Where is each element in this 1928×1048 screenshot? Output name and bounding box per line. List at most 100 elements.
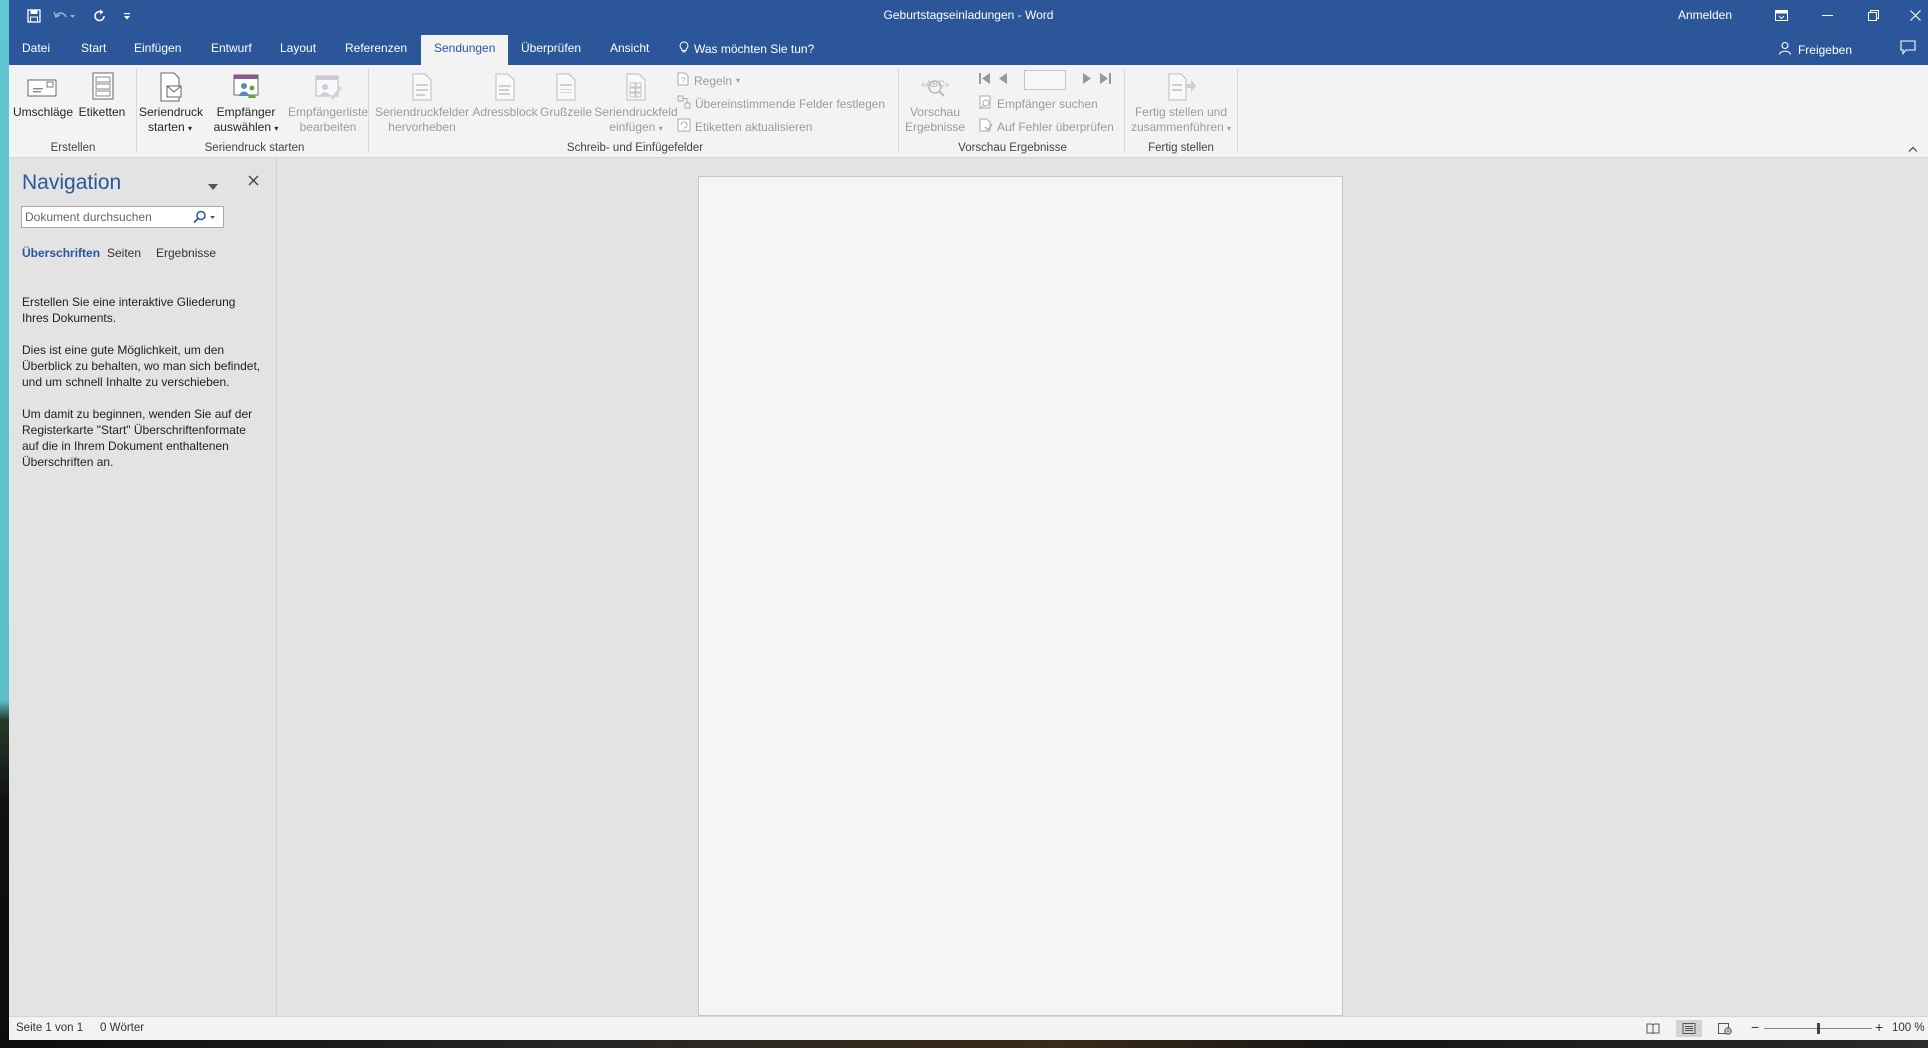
desktop-background-strip: [0, 0, 9, 1048]
match-fields-button[interactable]: Übereinstimmende Felder festlegen: [677, 95, 885, 112]
highlight-fields-icon: [371, 69, 473, 105]
nav-tab-results[interactable]: Ergebnisse: [156, 246, 216, 260]
group-label-start-merge: Seriendruck starten: [204, 142, 305, 154]
record-number-input[interactable]: [1024, 70, 1066, 90]
sign-in-link[interactable]: Anmelden: [1678, 8, 1732, 22]
page-count[interactable]: Seite 1 von 1: [16, 1022, 83, 1034]
read-mode-icon[interactable]: [1640, 1020, 1666, 1037]
envelopes-button[interactable]: Umschläge: [13, 69, 74, 120]
zoom-out-icon[interactable]: −: [1751, 1019, 1759, 1035]
labels-button[interactable]: Etiketten: [75, 69, 129, 120]
document-title: Geburtstagseinladungen - Word: [883, 8, 1054, 22]
insert-merge-field-button[interactable]: Seriendruckfeld einfügen ▾: [593, 69, 679, 136]
first-record-icon[interactable]: [979, 73, 991, 87]
person-icon: [1778, 41, 1792, 58]
tab-entwurf[interactable]: Entwurf: [211, 41, 252, 55]
finish-merge-icon: [1126, 69, 1236, 105]
tab-ansicht[interactable]: Ansicht: [610, 41, 649, 55]
finish-merge-label-1: Fertig stellen und: [1134, 105, 1228, 119]
chevron-down-icon: ▾: [188, 124, 193, 133]
rules-button[interactable]: ? Regeln ▾: [677, 72, 740, 89]
tab-einfuegen[interactable]: Einfügen: [134, 41, 181, 55]
select-recipients-button[interactable]: Empfänger auswählen ▾: [206, 69, 286, 136]
nav-help-paragraph: Um damit zu beginnen, wenden Sie auf der…: [22, 407, 253, 469]
tab-start[interactable]: Start: [81, 41, 106, 55]
tab-layout[interactable]: Layout: [280, 41, 316, 55]
ribbon-display-options-icon[interactable]: [1758, 0, 1804, 31]
nav-help-paragraph: Erstellen Sie eine interaktive Gliederun…: [22, 295, 236, 325]
chevron-down-icon: ▾: [1227, 124, 1232, 133]
close-icon[interactable]: [1892, 0, 1928, 31]
start-mail-merge-button[interactable]: Seriendruck starten ▾: [139, 69, 204, 136]
group-separator: [898, 69, 899, 153]
svg-text:?: ?: [681, 76, 686, 85]
group-separator: [1237, 69, 1238, 153]
zoom-slider-thumb[interactable]: [1817, 1023, 1820, 1034]
zoom-level[interactable]: 100 %: [1892, 1022, 1925, 1034]
search-document-field: [21, 206, 224, 228]
share-label: Freigeben: [1797, 42, 1852, 57]
highlight-merge-fields-label-2: hervorheben: [388, 120, 456, 134]
edit-recipient-list-button[interactable]: Empfängerliste bearbeiten: [282, 69, 374, 135]
ribbon: Umschläge Etiketten Erstellen Seriendruc…: [9, 65, 1928, 158]
mail-merge-document-icon: [139, 69, 201, 105]
close-pane-icon[interactable]: [248, 173, 259, 191]
lightbulb-icon: [679, 41, 689, 57]
check-errors-icon: [979, 118, 993, 135]
nav-tab-headings[interactable]: Überschriften: [22, 246, 100, 260]
tab-referenzen[interactable]: Referenzen: [345, 41, 407, 55]
collapse-ribbon-icon[interactable]: [1908, 141, 1918, 155]
minimize-icon[interactable]: [1804, 0, 1850, 31]
search-input[interactable]: [22, 207, 182, 227]
envelope-icon: [13, 69, 71, 105]
highlight-merge-fields-button[interactable]: Seriendruckfelder hervorheben: [371, 69, 473, 135]
comments-icon[interactable]: [1900, 40, 1916, 58]
greeting-line-label: Grußzeile: [539, 105, 592, 119]
print-layout-icon[interactable]: [1676, 1020, 1702, 1037]
pane-options-chevron-icon[interactable]: [208, 179, 218, 193]
address-block-icon: [471, 69, 539, 105]
envelopes-label: Umschläge: [13, 105, 74, 119]
finish-merge-button[interactable]: Fertig stellen und zusammenführen ▾: [1126, 69, 1236, 136]
web-layout-icon[interactable]: [1712, 1020, 1738, 1037]
navigation-pane: Navigation Überschriften Seiten Ergebnis…: [9, 158, 277, 1016]
labels-icon: [75, 69, 129, 105]
insert-merge-field-label-2: einfügen: [609, 120, 656, 134]
word-count[interactable]: 0 Wörter: [100, 1022, 144, 1034]
select-recipients-label-1: Empfänger: [216, 105, 276, 119]
check-errors-button[interactable]: Auf Fehler überprüfen: [979, 118, 1114, 135]
tab-sendungen[interactable]: Sendungen: [421, 35, 509, 65]
edit-recipient-list-label-2: bearbeiten: [299, 120, 357, 134]
greeting-line-icon: [538, 69, 594, 105]
tell-me-box[interactable]: Was möchten Sie tun?: [679, 41, 814, 57]
address-block-label: Adressblock: [472, 105, 538, 119]
check-errors-label: Auf Fehler überprüfen: [997, 119, 1114, 134]
update-labels-button[interactable]: Etiketten aktualisieren: [677, 118, 812, 135]
greeting-line-button[interactable]: Grußzeile: [538, 69, 594, 120]
next-record-icon[interactable]: [1082, 73, 1091, 87]
group-separator: [1124, 69, 1125, 153]
last-record-icon[interactable]: [1099, 73, 1111, 87]
group-label-preview: Vorschau Ergebnisse: [958, 142, 1067, 154]
chevron-down-icon: ▾: [274, 124, 279, 133]
tab-datei[interactable]: Datei: [22, 41, 50, 55]
find-recipient-button[interactable]: Empfänger suchen: [979, 95, 1098, 112]
update-labels-icon: [677, 118, 691, 135]
document-workspace: [278, 158, 1928, 1016]
insert-merge-field-label-1: Seriendruckfeld: [594, 105, 678, 119]
restore-icon[interactable]: [1850, 0, 1896, 31]
share-button[interactable]: Freigeben: [1778, 41, 1852, 58]
group-label-create: Erstellen: [50, 142, 96, 154]
start-mail-merge-label-1: Seriendruck: [139, 105, 204, 119]
document-page[interactable]: [698, 176, 1343, 1016]
nav-tab-pages[interactable]: Seiten: [107, 246, 141, 260]
preview-results-button[interactable]: «ABC» Vorschau Ergebnisse: [900, 69, 970, 135]
group-separator: [368, 69, 369, 153]
tab-ueberpruefen[interactable]: Überprüfen: [521, 41, 581, 55]
match-fields-icon: [677, 95, 691, 112]
address-block-button[interactable]: Adressblock: [471, 69, 539, 120]
zoom-in-icon[interactable]: +: [1875, 1019, 1883, 1035]
search-icon[interactable]: [193, 210, 215, 227]
previous-record-icon[interactable]: [999, 73, 1008, 87]
preview-results-label-2: Ergebnisse: [904, 120, 966, 134]
